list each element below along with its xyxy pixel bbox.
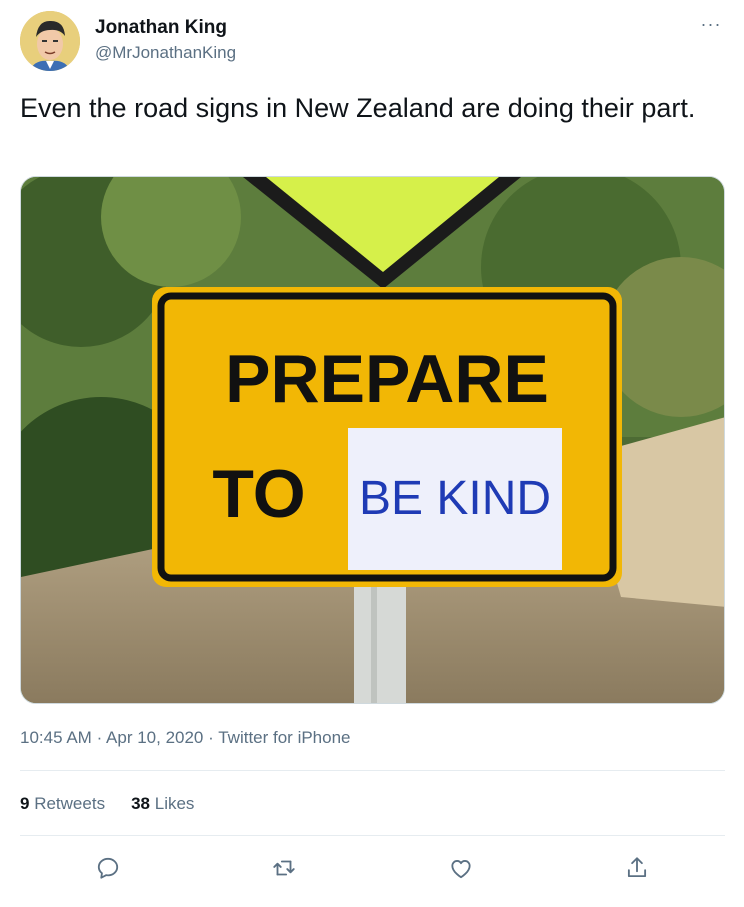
tweet-time[interactable]: 10:45 AM: [20, 728, 92, 747]
tweet-photo[interactable]: PREPARE TO BE KIND: [20, 176, 725, 704]
tweet-date[interactable]: Apr 10, 2020: [106, 728, 203, 747]
avatar[interactable]: [20, 11, 80, 71]
tweet-actions: [20, 850, 725, 886]
tweet-meta: 10:45 AM · Apr 10, 2020 · Twitter for iP…: [20, 727, 351, 749]
tweet-source[interactable]: Twitter for iPhone: [218, 728, 350, 747]
paper-note-text: BE KIND: [359, 472, 551, 525]
tweet: Jonathan King @MrJonathanKing ··· Even t…: [0, 0, 744, 907]
likes-count: 38: [131, 794, 150, 813]
like-icon: [451, 860, 471, 879]
retweets-count: 9: [20, 794, 30, 813]
author-display-name[interactable]: Jonathan King: [95, 17, 236, 39]
tweet-stats: 9 Retweets 38 Likes: [20, 793, 194, 815]
reply-icon: [97, 857, 119, 879]
more-icon[interactable]: ···: [698, 14, 724, 34]
tweet-text: Even the road signs in New Zealand are d…: [20, 93, 696, 123]
retweets-stat[interactable]: 9 Retweets: [20, 793, 105, 815]
author-block: Jonathan King @MrJonathanKing: [95, 17, 236, 64]
likes-stat[interactable]: 38 Likes: [131, 793, 194, 815]
reply-button[interactable]: [90, 850, 126, 886]
divider: [20, 770, 725, 771]
road-sign-photo: PREPARE TO BE KIND: [21, 177, 724, 703]
meta-separator: ·: [96, 728, 103, 747]
avatar-illustration: [20, 11, 80, 71]
divider: [20, 835, 725, 836]
share-icon: [627, 857, 646, 878]
sign-line-2: TO: [212, 456, 305, 532]
retweet-button[interactable]: [266, 850, 302, 886]
likes-label: Likes: [154, 794, 195, 813]
meta-separator: ·: [208, 728, 214, 747]
sign-line-1: PREPARE: [225, 341, 549, 417]
author-handle[interactable]: @MrJonathanKing: [95, 42, 236, 64]
retweets-label: Retweets: [34, 794, 106, 813]
retweet-icon: [273, 860, 296, 876]
share-button[interactable]: [619, 850, 655, 886]
like-button[interactable]: [443, 850, 479, 886]
